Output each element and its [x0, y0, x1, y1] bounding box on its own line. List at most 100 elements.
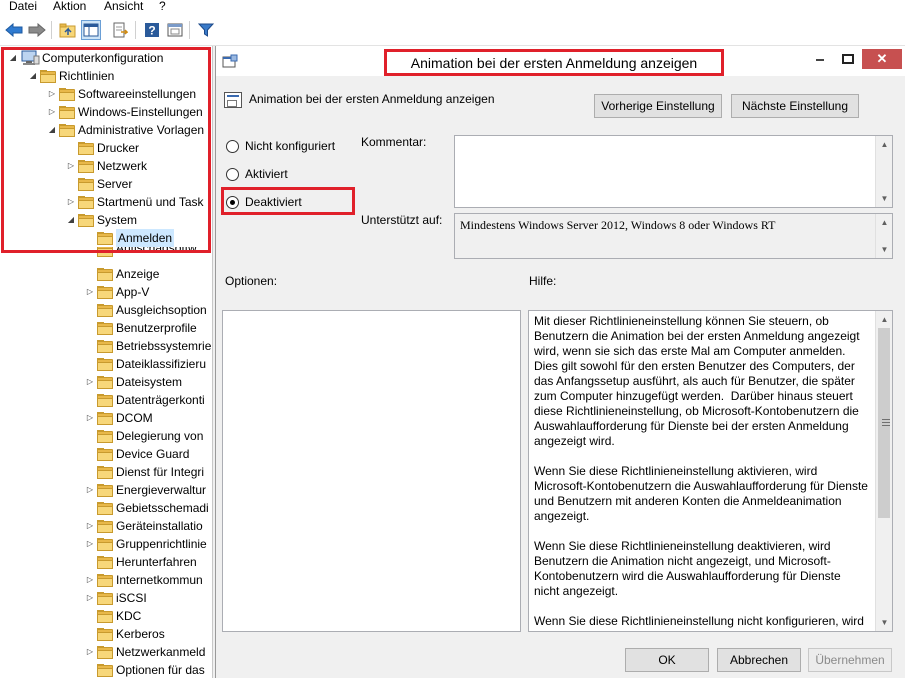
tree-delegierung[interactable]: Delegierung von	[85, 427, 203, 445]
properties-icon[interactable]	[165, 20, 185, 40]
help-panel[interactable]: Mit dieser Richtlinieneinstellung können…	[528, 310, 893, 632]
tree-kerberos[interactable]: Kerberos	[85, 625, 165, 643]
expand-arrow-icon[interactable]: ▷	[85, 409, 95, 427]
tree-energieverwaltung[interactable]: ▷ Energieverwaltur	[85, 481, 206, 499]
tree-datentraeger[interactable]: Datenträgerkonti	[85, 391, 205, 409]
previous-setting-button[interactable]: Vorherige Einstellung	[594, 94, 722, 118]
tree-geraeteinstallation[interactable]: ▷ Geräteinstallatio	[85, 517, 203, 535]
radio-label: Aktiviert	[245, 167, 288, 181]
radio-circle[interactable]	[226, 139, 239, 153]
expand-arrow-icon[interactable]: ▷	[66, 157, 76, 175]
forward-arrow-icon[interactable]	[27, 20, 47, 40]
tree-herunterfahren[interactable]: Herunterfahren	[85, 553, 197, 571]
maximize-button[interactable]	[834, 49, 862, 69]
back-arrow-icon[interactable]	[4, 20, 24, 40]
folder-icon	[97, 357, 113, 371]
expand-arrow-icon[interactable]: ▷	[66, 193, 76, 211]
scroll-up-icon[interactable]: ▲	[876, 214, 893, 231]
scroll-down-icon[interactable]: ▼	[876, 241, 893, 258]
tree-startmenu[interactable]: ▷ Startmenü und Task	[66, 193, 204, 211]
tree-device-guard[interactable]: Device Guard	[85, 445, 189, 463]
tree-dcom[interactable]: ▷ DCOM	[85, 409, 153, 427]
dialog-titlebar[interactable]: Animation bei der ersten Anmeldung anzei…	[216, 46, 905, 76]
menu-bar: Datei Aktion Ansicht ?	[0, 0, 905, 15]
tree-gebietsschema[interactable]: Gebietsschemadi	[85, 499, 209, 517]
expand-arrow-icon[interactable]: ▷	[85, 571, 95, 589]
collapse-arrow-icon[interactable]: ◢	[47, 121, 57, 139]
menu-ansicht[interactable]: Ansicht	[104, 0, 143, 13]
scroll-down-icon[interactable]: ▼	[876, 190, 893, 207]
scroll-thumb[interactable]	[878, 328, 890, 518]
menu-help[interactable]: ?	[159, 0, 166, 13]
tree-richtlinien[interactable]: ◢ Richtlinien	[28, 67, 114, 85]
apply-button[interactable]: Übernehmen	[808, 648, 892, 672]
tree-dateiklassifizierung[interactable]: Dateiklassifizieru	[85, 355, 206, 373]
help-scrollbar[interactable]: ▲ ▼	[875, 311, 892, 631]
maximize-icon	[842, 54, 854, 64]
menu-datei[interactable]: Datei	[9, 0, 37, 13]
radio-enabled[interactable]: Aktiviert	[226, 165, 288, 183]
tree-anmelden[interactable]: Anmelden	[85, 229, 175, 247]
scroll-up-icon[interactable]: ▲	[876, 311, 892, 328]
expand-arrow-icon[interactable]: ▷	[85, 643, 95, 661]
ok-button[interactable]: OK	[625, 648, 709, 672]
tree-server[interactable]: Server	[66, 175, 132, 193]
tree-label: Administrative Vorlagen	[78, 123, 205, 137]
close-button[interactable]: ✕	[862, 49, 902, 69]
expand-arrow-icon[interactable]: ▷	[85, 283, 95, 301]
tree-label: KDC	[116, 609, 142, 623]
collapse-arrow-icon[interactable]: ◢	[8, 49, 18, 67]
tree-anzeige[interactable]: Anzeige	[85, 265, 159, 283]
tree-antischadsoftware[interactable]: Antischadsoftw	[85, 247, 197, 257]
folder-icon	[97, 393, 113, 407]
tree-dienst-integritaet[interactable]: Dienst für Integri	[85, 463, 204, 481]
tree-ausgleichsoptionen[interactable]: Ausgleichsoption	[85, 301, 207, 319]
scroll-up-icon[interactable]: ▲	[876, 136, 893, 153]
tree-drucker[interactable]: Drucker	[66, 139, 139, 157]
next-setting-button[interactable]: Nächste Einstellung	[731, 94, 859, 118]
tree-label: Windows-Einstellungen	[78, 105, 203, 119]
tree-dateisystem[interactable]: ▷ Dateisystem	[85, 373, 182, 391]
tree-betriebssystem[interactable]: Betriebssystemrie	[85, 337, 211, 355]
filter-icon[interactable]	[196, 20, 216, 40]
tree-internetkommunikation[interactable]: ▷ Internetkommun	[85, 571, 203, 589]
supported-scrollbar[interactable]: ▲ ▼	[875, 214, 892, 258]
tree-kdc[interactable]: KDC	[85, 607, 141, 625]
collapse-arrow-icon[interactable]: ◢	[28, 67, 38, 85]
tree-netzwerkanmeldung[interactable]: ▷ Netzwerkanmeld	[85, 643, 205, 661]
tree-label: Drucker	[97, 141, 140, 155]
tree-netzwerk[interactable]: ▷ Netzwerk	[66, 157, 147, 175]
show-hide-tree-icon[interactable]	[81, 20, 101, 40]
expand-arrow-icon[interactable]: ▷	[47, 85, 57, 103]
tree-computerkonfiguration[interactable]: ◢ Computerkonfiguration	[8, 49, 163, 67]
tree-system[interactable]: ◢ System	[66, 211, 137, 229]
expand-arrow-icon[interactable]: ▷	[85, 589, 95, 607]
tree-administrative-vorlagen[interactable]: ◢ Administrative Vorlagen	[47, 121, 204, 139]
tree-iscsi[interactable]: ▷ iSCSI	[85, 589, 147, 607]
comment-textarea[interactable]: ▲ ▼	[454, 135, 893, 208]
up-folder-icon[interactable]	[58, 20, 78, 40]
policy-tree[interactable]: ◢ Computerkonfiguration ◢ Richtlinien ▷ …	[0, 46, 213, 678]
help-icon[interactable]: ?	[142, 20, 162, 40]
radio-not-configured[interactable]: Nicht konfiguriert	[226, 137, 335, 155]
expand-arrow-icon[interactable]: ▷	[85, 535, 95, 553]
collapse-arrow-icon[interactable]: ◢	[66, 211, 76, 229]
expand-arrow-icon[interactable]: ▷	[85, 481, 95, 499]
expand-arrow-icon[interactable]: ▷	[47, 103, 57, 121]
expand-arrow-icon[interactable]: ▷	[85, 373, 95, 391]
tree-windows-einstellungen[interactable]: ▷ Windows-Einstellungen	[47, 103, 203, 121]
scroll-down-icon[interactable]: ▼	[876, 614, 892, 631]
tree-app-v[interactable]: ▷ App-V	[85, 283, 149, 301]
export-list-icon[interactable]	[110, 20, 130, 40]
expand-arrow-icon[interactable]: ▷	[85, 517, 95, 535]
minimize-button[interactable]	[806, 49, 834, 69]
tree-optionen[interactable]: Optionen für das	[85, 661, 205, 678]
comment-scrollbar[interactable]: ▲ ▼	[875, 136, 892, 207]
folder-icon	[97, 303, 113, 317]
tree-softwareeinstellungen[interactable]: ▷ Softwareeinstellungen	[47, 85, 196, 103]
cancel-button[interactable]: Abbrechen	[717, 648, 801, 672]
tree-gruppenrichtlinie[interactable]: ▷ Gruppenrichtlinie	[85, 535, 207, 553]
tree-benutzerprofile[interactable]: Benutzerprofile	[85, 319, 197, 337]
menu-aktion[interactable]: Aktion	[53, 0, 86, 13]
radio-circle[interactable]	[226, 167, 239, 181]
